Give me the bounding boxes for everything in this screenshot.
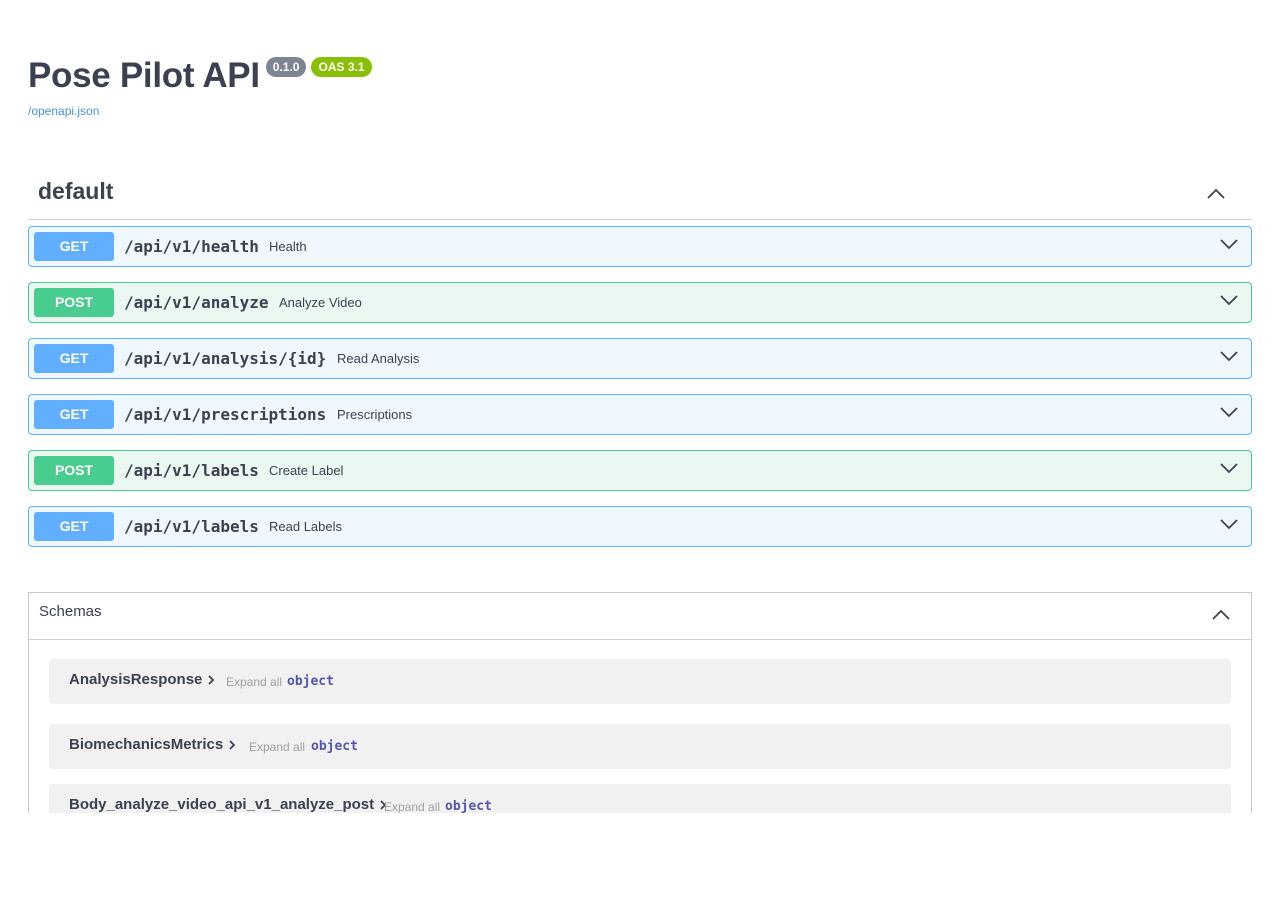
model-name-text: BiomechanicsMetrics — [69, 736, 224, 753]
method-badge: GET — [34, 344, 114, 373]
operation-get-health[interactable]: GET /api/v1/health Health — [28, 226, 1252, 267]
model-type: object — [287, 674, 334, 689]
schema-model[interactable]: BiomechanicsMetrics Expand all object — [49, 724, 1231, 769]
method-badge: GET — [34, 232, 114, 261]
operation-summary: Create Label — [269, 463, 344, 478]
operation-get-analysis[interactable]: GET /api/v1/analysis/{id} Read Analysis — [28, 338, 1252, 379]
operation-get-prescriptions[interactable]: GET /api/v1/prescriptions Prescriptions — [28, 394, 1252, 435]
model-type: object — [445, 799, 492, 813]
api-title: Pose Pilot API — [28, 56, 260, 95]
operation-summary: Read Analysis — [337, 351, 420, 366]
operation-post-analyze[interactable]: POST /api/v1/analyze Analyze Video — [28, 282, 1252, 323]
model-name[interactable]: AnalysisResponse — [69, 671, 216, 688]
version-badge: 0.1.0 — [265, 57, 307, 77]
operation-summary: Read Labels — [269, 519, 342, 534]
tag-section-default[interactable]: default — [28, 170, 1252, 220]
operation-path: /api/v1/prescriptions — [124, 405, 327, 424]
tag-title: default — [38, 178, 114, 204]
model-name[interactable]: Body_analyze_video_api_v1_analyze_post — [69, 796, 388, 813]
chevron-down-icon[interactable] — [1220, 461, 1238, 475]
model-name-text: Body_analyze_video_api_v1_analyze_post — [69, 796, 375, 813]
schemas-title: Schemas — [39, 603, 102, 620]
schemas-section: Schemas AnalysisResponse Expand all obje… — [28, 592, 1252, 813]
method-badge: GET — [34, 512, 114, 541]
expand-all-button[interactable]: Expand all — [226, 675, 282, 689]
oas-badge: OAS 3.1 — [311, 57, 372, 77]
openapi-json-link[interactable]: /openapi.json — [28, 104, 372, 118]
operation-summary: Analyze Video — [279, 295, 362, 310]
expand-all-button[interactable]: Expand all — [384, 800, 440, 813]
chevron-down-icon[interactable] — [1220, 405, 1238, 419]
schema-model[interactable]: Body_analyze_video_api_v1_analyze_post E… — [49, 784, 1231, 813]
schema-model[interactable]: AnalysisResponse Expand all object — [49, 659, 1231, 704]
operation-summary: Prescriptions — [337, 407, 413, 422]
operation-path: /api/v1/labels — [124, 517, 259, 536]
api-info: Pose Pilot API 0.1.0 OAS 3.1 /openapi.js… — [28, 54, 372, 118]
operation-path: /api/v1/analyze — [124, 293, 269, 312]
chevron-right-icon — [208, 675, 215, 685]
operation-path: /api/v1/analysis/{id} — [124, 349, 327, 368]
model-name[interactable]: BiomechanicsMetrics — [69, 736, 237, 753]
operation-post-labels[interactable]: POST /api/v1/labels Create Label — [28, 450, 1252, 491]
operation-get-labels[interactable]: GET /api/v1/labels Read Labels — [28, 506, 1252, 547]
chevron-right-icon — [229, 740, 236, 750]
operation-path: /api/v1/labels — [124, 461, 259, 480]
chevron-down-icon[interactable] — [1220, 349, 1238, 363]
model-type: object — [311, 739, 358, 754]
method-badge: GET — [34, 400, 114, 429]
chevron-up-icon[interactable] — [1206, 186, 1226, 200]
chevron-down-icon[interactable] — [1220, 517, 1238, 531]
operation-summary: Health — [269, 239, 307, 254]
model-name-text: AnalysisResponse — [69, 671, 203, 688]
operation-path: /api/v1/health — [124, 237, 259, 256]
method-badge: POST — [34, 456, 114, 485]
method-badge: POST — [34, 288, 114, 317]
schemas-header[interactable]: Schemas — [29, 593, 1251, 640]
chevron-down-icon[interactable] — [1220, 293, 1238, 307]
expand-all-button[interactable]: Expand all — [249, 740, 305, 754]
chevron-down-icon[interactable] — [1220, 237, 1238, 251]
chevron-up-icon[interactable] — [1211, 607, 1231, 621]
